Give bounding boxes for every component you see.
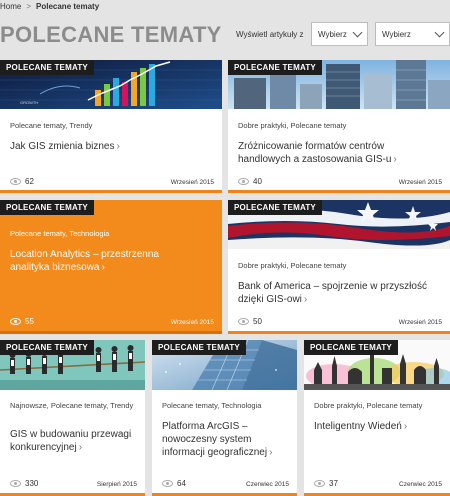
article-filter-select-2[interactable]: Wybierz [375,22,450,46]
eye-icon [10,178,21,185]
chevron-right-icon: › [303,294,308,305]
chevron-right-icon: › [393,154,397,165]
category-badge: POLECANE TEMATY [0,60,94,75]
view-count-value: 37 [329,479,338,488]
article-card-shopping-centers[interactable]: POLECANE TEMATY Dobre praktyki, Polecane… [228,60,450,193]
card-title-text[interactable]: Location Analytics – przestrzenna analit… [10,249,159,273]
chevron-right-icon: › [78,442,83,453]
eye-icon [10,480,21,487]
breadcrumb-separator: > [26,2,32,11]
article-card-smart-vienna[interactable]: POLECANE TEMATY Dobre praktyki, Polecane… [304,340,450,496]
page-title: POLECANE TEMATY [0,22,222,47]
view-count-value: 55 [25,317,34,326]
card-categories[interactable]: Dobre praktyki, Polecane tematy [238,261,346,271]
card-accent-bar [0,331,222,334]
eye-icon [314,480,325,487]
view-count-value: 50 [253,317,262,326]
view-count: 37 [314,479,338,488]
card-categories[interactable]: Polecane tematy, Trendy [10,121,92,131]
publish-date: Czerwiec 2015 [399,481,442,488]
category-badge: POLECANE TEMATY [304,340,398,355]
view-count: 64 [162,479,186,488]
view-count-value: 64 [177,479,186,488]
card-accent-bar [228,331,450,334]
card-title[interactable]: Jak GIS zmienia biznes › [10,140,212,153]
chevron-right-icon: › [116,141,120,152]
card-title[interactable]: Inteligentny Wiedeń › [314,420,440,433]
view-count: 330 [10,479,38,488]
publish-date: Wrzesień 2015 [398,319,442,326]
chevron-right-icon: › [101,262,105,273]
article-filter-select-1[interactable]: Wybierz [311,22,368,46]
view-count-value: 330 [25,479,39,488]
publish-date: Wrzesień 2015 [398,179,442,186]
publish-date: Wrzesień 2015 [170,179,214,186]
view-count: 62 [10,177,34,186]
card-title-text[interactable]: GIS w budowaniu przewagi konkurencyjnej [10,429,131,453]
eye-icon [238,178,249,185]
chevron-right-icon: › [403,421,408,432]
category-badge: POLECANE TEMATY [228,60,322,75]
card-title-text[interactable]: Jak GIS zmienia biznes [10,141,115,152]
article-card-gis-business[interactable]: GROWTH POLECANE TEMATY Polecane tematy, … [0,60,222,193]
eye-icon [238,318,249,325]
eye-icon [162,480,173,487]
chevron-right-icon: › [269,447,273,458]
card-title-text[interactable]: Inteligentny Wiedeń [314,421,402,432]
article-card-location-analytics[interactable]: POLECANE TEMATY Polecane tematy, Technol… [0,200,222,334]
card-title-text[interactable]: Bank of America – spojrzenie w przyszłoś… [238,281,427,305]
publish-date: Sierpień 2015 [96,481,137,488]
card-categories[interactable]: Polecane tematy, Technologia [162,401,261,411]
card-title[interactable]: Location Analytics – przestrzenna analit… [10,248,182,274]
card-title[interactable]: Zróżnicowanie formatów centrów handlowyc… [238,140,438,166]
card-title[interactable]: GIS w budowaniu przewagi konkurencyjnej › [10,428,135,454]
view-count-value: 62 [25,177,34,186]
category-badge: POLECANE TEMATY [152,340,246,355]
publish-date: Czerwiec 2015 [246,481,289,488]
card-accent-bar [0,190,222,193]
category-badge: POLECANE TEMATY [228,200,322,215]
filter-label: Wyświetl artykuły z [236,30,304,39]
card-title-text[interactable]: Platforma ArcGIS – nowoczesny system inf… [162,421,267,458]
card-categories[interactable]: Polecane tematy, Technologia [10,229,109,239]
article-card-arcgis-platform[interactable]: POLECANE TEMATY Polecane tematy, Technol… [152,340,297,496]
card-categories[interactable]: Najnowsze, Polecane tematy, Trendy [10,401,135,411]
chevron-down-icon [434,27,445,37]
publish-date: Wrzesień 2015 [170,319,214,326]
card-categories[interactable]: Dobre praktyki, Polecane tematy [314,401,422,411]
svg-text:GROWTH: GROWTH [20,100,38,105]
eye-icon [10,318,21,325]
view-count: 50 [238,317,262,326]
card-title[interactable]: Bank of America – spojrzenie w przyszłoś… [238,280,436,306]
breadcrumb-current: Polecane tematy [36,2,100,11]
card-categories[interactable]: Dobre praktyki, Polecane tematy [238,121,346,131]
article-card-bank-of-america[interactable]: POLECANE TEMATY Dobre praktyki, Polecane… [228,200,450,334]
breadcrumb-home-link[interactable]: Home [0,1,21,13]
card-accent-bar [228,190,450,193]
breadcrumb: Home > Polecane tematy [0,0,99,14]
card-title-text[interactable]: Zróżnicowanie formatów centrów handlowyc… [238,141,391,165]
select-1-value: Wybierz [318,29,347,39]
view-count: 40 [238,177,262,186]
chevron-down-icon [352,27,363,37]
select-2-value: Wybierz [382,29,411,39]
card-title[interactable]: Platforma ArcGIS – nowoczesny system inf… [162,420,287,459]
article-card-competitive-advantage[interactable]: POLECANE TEMATY Najnowsze, Polecane tema… [0,340,145,496]
view-count-value: 40 [253,177,262,186]
view-count: 55 [10,317,34,326]
category-badge: POLECANE TEMATY [0,340,94,355]
category-badge: POLECANE TEMATY [0,200,94,215]
